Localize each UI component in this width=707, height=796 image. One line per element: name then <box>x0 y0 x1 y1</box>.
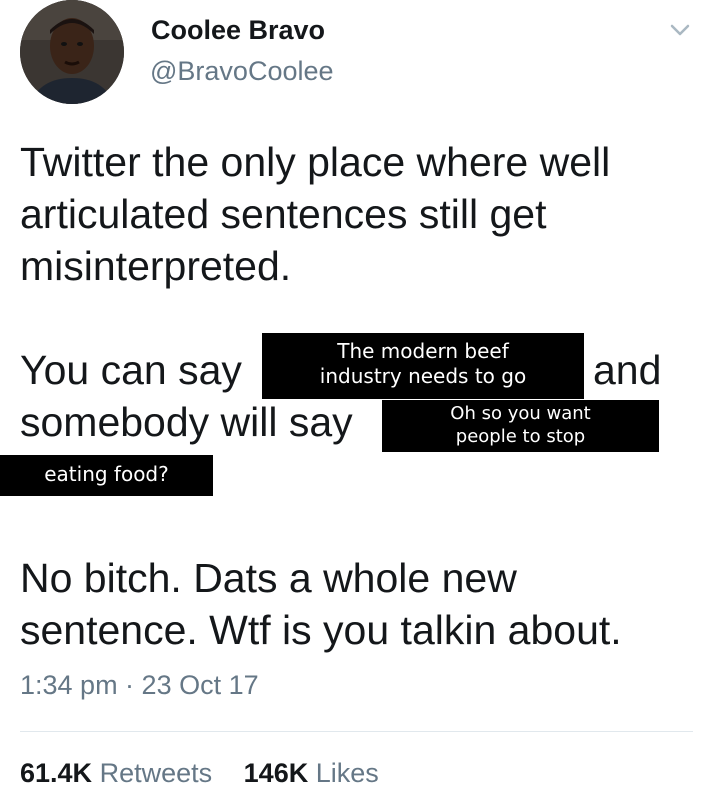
likes-stat[interactable]: 146K Likes <box>244 758 379 789</box>
tweet-somebody-will-say: somebody will say <box>20 399 353 445</box>
tweet-and: and <box>593 347 662 393</box>
tweet-line: No bitch. Dats a whole new <box>20 555 517 601</box>
profile-photo-icon <box>20 0 124 104</box>
overlay-caption-1: The modern beef industry needs to go <box>262 333 584 399</box>
retweets-stat[interactable]: 61.4K Retweets <box>20 758 212 789</box>
tweet-paragraph-3: No bitch. Dats a whole new sentence. Wtf… <box>20 552 622 656</box>
likes-label: Likes <box>315 758 379 788</box>
likes-count: 146K <box>243 758 309 788</box>
avatar[interactable] <box>20 0 124 104</box>
tweet-paragraph-1: Twitter the only place where well articu… <box>20 136 610 292</box>
timestamp[interactable]: 1:34 pm · 23 Oct 17 <box>20 670 259 701</box>
retweets-count: 61.4K <box>20 758 93 788</box>
tweet-you-can-say: You can say <box>20 347 242 393</box>
overlay-line: industry needs to go <box>319 364 527 388</box>
retweets-label: Retweets <box>99 758 213 788</box>
overlay-caption-3: eating food? <box>0 455 213 496</box>
display-name[interactable]: Coolee Bravo <box>151 15 325 46</box>
tweet-line: sentence. Wtf is you talkin about. <box>20 607 622 653</box>
chevron-down-icon[interactable] <box>666 16 694 44</box>
overlay-line: The modern beef <box>337 339 509 363</box>
tweet-line: misinterpreted. <box>20 243 292 289</box>
handle[interactable]: @BravoCoolee <box>150 56 334 87</box>
tweet-line: Twitter the only place where well <box>20 139 611 185</box>
divider <box>20 731 693 732</box>
overlay-caption-2: Oh so you want people to stop <box>382 400 659 452</box>
overlay-line: people to stop <box>455 425 586 447</box>
overlay-line: Oh so you want <box>450 403 591 424</box>
tweet-line: articulated sentences still get <box>20 191 547 237</box>
engagement-stats: 61.4K Retweets 146K Likes <box>20 758 379 789</box>
